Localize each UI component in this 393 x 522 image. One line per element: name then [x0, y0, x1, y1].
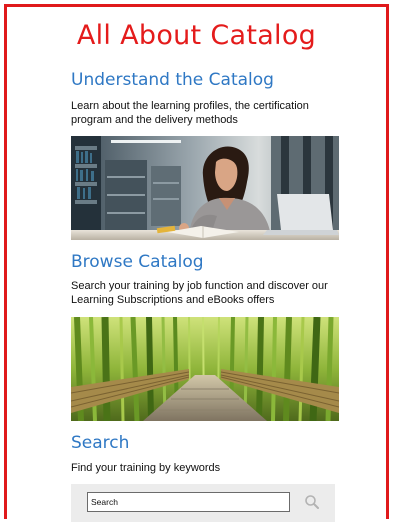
section-heading-browse[interactable]: Browse Catalog	[71, 251, 204, 273]
magnifier-icon	[305, 495, 319, 509]
woman-studying-library-photo	[71, 136, 339, 240]
search-input[interactable]	[87, 492, 290, 512]
bamboo-forest-path-photo	[71, 317, 339, 421]
page-title: All About Catalog	[76, 20, 317, 51]
section-heading-understand[interactable]: Understand the Catalog	[71, 69, 274, 91]
section-description-browse: Search your training by job function and…	[71, 280, 328, 306]
section-heading-search[interactable]: Search	[71, 432, 129, 454]
browse-catalog-image[interactable]	[71, 317, 339, 421]
catalog-panel: All About Catalog Understand the Catalog…	[4, 4, 389, 522]
search-panel	[71, 484, 335, 522]
section-description-search: Find your training by keywords	[71, 462, 221, 474]
search-button[interactable]	[303, 493, 321, 511]
section-description-understand: Learn about the learning profiles, the c…	[71, 100, 309, 126]
understand-catalog-image[interactable]	[71, 136, 339, 240]
